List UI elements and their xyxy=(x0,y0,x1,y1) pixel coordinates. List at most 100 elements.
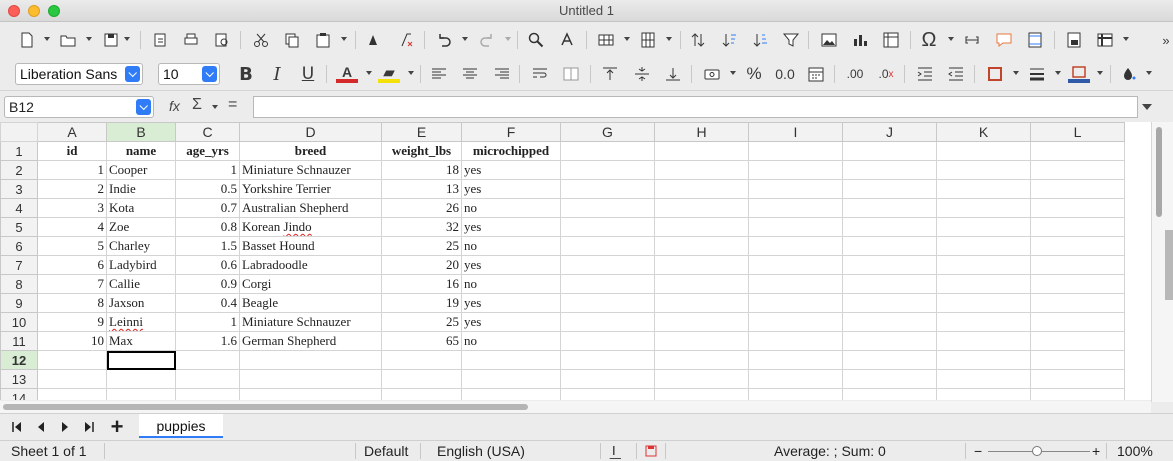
row-header-8[interactable]: 8 xyxy=(0,274,38,294)
cell-e9[interactable]: 19 xyxy=(381,293,462,313)
cell-d7[interactable]: Labradoodle xyxy=(239,255,382,275)
row-icon[interactable] xyxy=(595,29,617,51)
cell-j4[interactable] xyxy=(842,198,937,218)
cell-a2[interactable]: 1 xyxy=(37,160,107,180)
define-print-area-icon[interactable] xyxy=(1063,29,1085,51)
cell-l9[interactable] xyxy=(1030,293,1125,313)
cell-d3[interactable]: Yorkshire Terrier xyxy=(239,179,382,199)
cell-d1[interactable]: breed xyxy=(239,141,382,161)
sidebar-toggle-handle[interactable] xyxy=(1165,230,1173,300)
cell-b4[interactable]: Kota xyxy=(106,198,176,218)
cell-j7[interactable] xyxy=(842,255,937,275)
cell-k13[interactable] xyxy=(936,369,1031,389)
cell-g2[interactable] xyxy=(560,160,655,180)
cell-d2[interactable]: Miniature Schnauzer xyxy=(239,160,382,180)
cell-b2[interactable]: Cooper xyxy=(106,160,176,180)
cell-a3[interactable]: 2 xyxy=(37,179,107,199)
merge-center-icon[interactable] xyxy=(560,63,582,85)
currency-dropdown-arrow[interactable] xyxy=(730,71,736,75)
cell-f4[interactable]: no xyxy=(461,198,561,218)
cell-h9[interactable] xyxy=(654,293,749,313)
cell-j1[interactable] xyxy=(842,141,937,161)
add-sheet-button[interactable]: + xyxy=(108,414,126,439)
cut-icon[interactable] xyxy=(250,29,272,51)
cell-f6[interactable]: no xyxy=(461,236,561,256)
export-pdf-icon[interactable] xyxy=(149,29,171,51)
zoom-level[interactable]: 100% xyxy=(1117,443,1153,459)
wrap-text-icon[interactable] xyxy=(529,63,551,85)
cell-b6[interactable]: Charley xyxy=(106,236,176,256)
cell-i10[interactable] xyxy=(748,312,843,332)
cell-i4[interactable] xyxy=(748,198,843,218)
cell-l12[interactable] xyxy=(1030,350,1125,370)
cell-h2[interactable] xyxy=(654,160,749,180)
cell-b1[interactable]: name xyxy=(106,141,176,161)
add-decimal-place-icon[interactable]: .00 xyxy=(844,63,866,85)
cell-e4[interactable]: 26 xyxy=(381,198,462,218)
previous-sheet-icon[interactable] xyxy=(32,418,50,436)
cell-c13[interactable] xyxy=(175,369,240,389)
cell-l14[interactable] xyxy=(1030,388,1125,400)
cell-c4[interactable]: 0.7 xyxy=(175,198,240,218)
special-character-dropdown-arrow[interactable] xyxy=(948,37,954,41)
cell-g12[interactable] xyxy=(560,350,655,370)
center-vertically-icon[interactable] xyxy=(631,63,653,85)
spelling-icon[interactable] xyxy=(556,29,578,51)
cell-d5[interactable]: Korean Jindo xyxy=(239,217,382,237)
freeze-rows-columns-icon[interactable] xyxy=(1094,29,1116,51)
row-header-3[interactable]: 3 xyxy=(0,179,38,199)
cell-h7[interactable] xyxy=(654,255,749,275)
save-dropdown-arrow[interactable] xyxy=(124,37,130,41)
cell-h14[interactable] xyxy=(654,388,749,400)
column-header-j[interactable]: J xyxy=(842,122,937,142)
undo-dropdown-arrow[interactable] xyxy=(462,37,468,41)
cell-a8[interactable]: 7 xyxy=(37,274,107,294)
cell-f13[interactable] xyxy=(461,369,561,389)
cell-g11[interactable] xyxy=(560,331,655,351)
cell-b13[interactable] xyxy=(106,369,176,389)
row-header-14[interactable]: 14 xyxy=(0,388,38,400)
column-header-l[interactable]: L xyxy=(1030,122,1125,142)
font-color-dropdown-arrow[interactable] xyxy=(366,71,372,75)
row-header-6[interactable]: 6 xyxy=(0,236,38,256)
font-name-dropdown-button[interactable] xyxy=(125,66,140,82)
cell-c9[interactable]: 0.4 xyxy=(175,293,240,313)
cell-a4[interactable]: 3 xyxy=(37,198,107,218)
save-icon[interactable] xyxy=(100,29,122,51)
first-sheet-icon[interactable] xyxy=(8,418,26,436)
zoom-in-button[interactable]: + xyxy=(1092,443,1100,459)
cell-c7[interactable]: 0.6 xyxy=(175,255,240,275)
cell-f8[interactable]: no xyxy=(461,274,561,294)
border-color-icon[interactable] xyxy=(1068,63,1090,85)
cell-c2[interactable]: 1 xyxy=(175,160,240,180)
column-header-h[interactable]: H xyxy=(654,122,749,142)
column-header-e[interactable]: E xyxy=(381,122,462,142)
insert-chart-icon[interactable] xyxy=(849,29,871,51)
highlight-color-dropdown-arrow[interactable] xyxy=(408,71,414,75)
cell-g8[interactable] xyxy=(560,274,655,294)
cell-i11[interactable] xyxy=(748,331,843,351)
row-header-11[interactable]: 11 xyxy=(0,331,38,351)
cell-i8[interactable] xyxy=(748,274,843,294)
cell-b14[interactable] xyxy=(106,388,176,400)
cell-k7[interactable] xyxy=(936,255,1031,275)
row-header-9[interactable]: 9 xyxy=(0,293,38,313)
cell-f14[interactable] xyxy=(461,388,561,400)
cell-b7[interactable]: Ladybird xyxy=(106,255,176,275)
cell-e3[interactable]: 13 xyxy=(381,179,462,199)
cell-j5[interactable] xyxy=(842,217,937,237)
freeze-dropdown-arrow[interactable] xyxy=(1123,37,1129,41)
cell-c3[interactable]: 0.5 xyxy=(175,179,240,199)
cell-b9[interactable]: Jaxson xyxy=(106,293,176,313)
zoom-out-button[interactable]: − xyxy=(974,443,982,459)
cell-f9[interactable]: yes xyxy=(461,293,561,313)
cell-e5[interactable]: 32 xyxy=(381,217,462,237)
cell-h10[interactable] xyxy=(654,312,749,332)
conditional-format-icon[interactable] xyxy=(1117,63,1139,85)
cell-e7[interactable]: 20 xyxy=(381,255,462,275)
increase-indent-icon[interactable] xyxy=(914,63,936,85)
cell-h8[interactable] xyxy=(654,274,749,294)
row-header-10[interactable]: 10 xyxy=(0,312,38,332)
cell-e14[interactable] xyxy=(381,388,462,400)
decrease-indent-icon[interactable] xyxy=(945,63,967,85)
